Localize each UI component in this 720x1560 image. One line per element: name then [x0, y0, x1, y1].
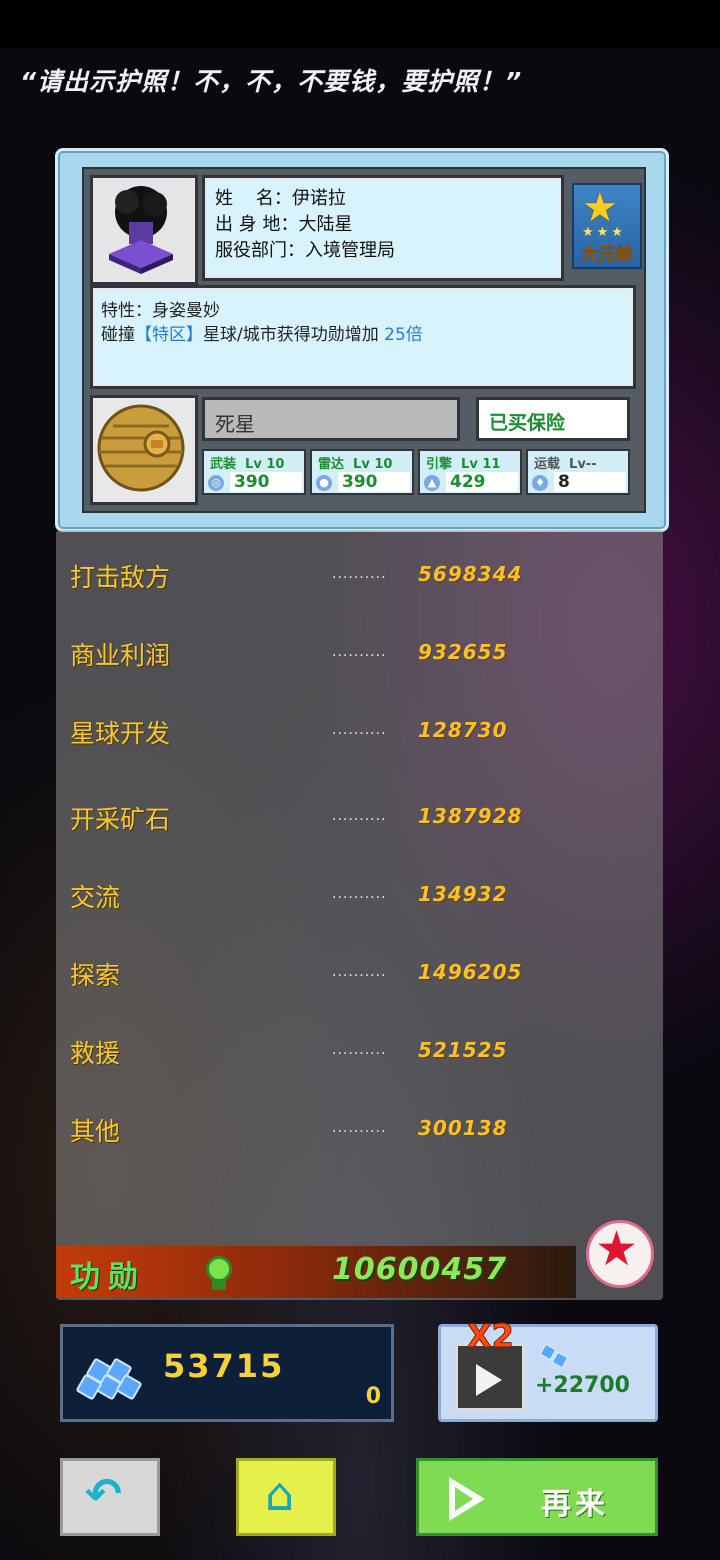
score-value: 521525: [418, 1038, 508, 1062]
cargo-icon: ♦: [532, 475, 548, 491]
medal-icon: [206, 1256, 232, 1282]
score-row: 救援 .......... 521525: [70, 1034, 660, 1074]
radar-icon: ●: [316, 475, 332, 491]
effect-value: 25倍: [384, 325, 423, 345]
department-row: 服役部门：入境管理局: [215, 240, 395, 261]
merit-total: 10600457: [332, 1252, 507, 1287]
score-row: 交流 .......... 134932: [70, 878, 660, 918]
back-button[interactable]: ↶: [60, 1458, 160, 1536]
ship-name: 死星: [202, 397, 460, 441]
trait-line: 特性：身姿曼妙: [101, 301, 220, 321]
red-star-seal-icon: ★: [586, 1220, 654, 1288]
rank-title: 大元帅: [581, 245, 633, 266]
effect-prefix: 碰撞: [101, 325, 135, 345]
death-star-icon: [93, 398, 189, 496]
score-dots: ..........: [332, 964, 387, 980]
stat-radar-value: 390: [338, 472, 410, 492]
ship-portrait: [90, 395, 198, 505]
id-card: 姓 名：伊诺拉 出 身 地：大陆星 服役部门：入境管理局 ★ ★★★ 大元帅 特…: [55, 148, 669, 532]
rank-badge: ★ ★★★ 大元帅: [572, 183, 642, 269]
stat-engine-value: 429: [446, 472, 518, 492]
watch-video-bonus-button[interactable]: X2 +22700: [438, 1317, 658, 1422]
crystal-extra: 0: [365, 1384, 381, 1409]
score-value: 1387928: [418, 804, 523, 828]
score-dots: ..........: [332, 644, 387, 660]
play-again-button[interactable]: 再来: [416, 1458, 658, 1536]
engine-icon: ▲: [424, 475, 440, 491]
crystal-panel: 53715 0: [60, 1324, 394, 1422]
id-card-inner: 姓 名：伊诺拉 出 身 地：大陆星 服役部门：入境管理局 ★ ★★★ 大元帅 特…: [82, 167, 646, 513]
character-quote: “请出示护照！不，不，不要钱，要护照！”: [20, 67, 523, 96]
medal-ribbon-icon: [212, 1280, 226, 1290]
stat-weapon-label: 武装 Lv 10: [210, 457, 285, 472]
status-bar: [0, 0, 720, 48]
character-portrait-icon: [93, 178, 189, 276]
score-name: 商业利润: [70, 641, 171, 670]
character-info: 姓 名：伊诺拉 出 身 地：大陆星 服役部门：入境管理局: [202, 175, 564, 281]
stat-radar: 雷达 Lv 10 ● 390: [310, 449, 414, 495]
stat-cargo-value: 8: [554, 472, 626, 492]
stat-engine: 引擎 Lv 11 ▲ 429: [418, 449, 522, 495]
score-row: 其他 .......... 300138: [70, 1112, 660, 1152]
score-dots: ..........: [332, 886, 387, 902]
score-row: 商业利润 .......... 932655: [70, 636, 660, 676]
score-value: 134932: [418, 882, 508, 906]
stat-engine-label: 引擎 Lv 11: [426, 457, 501, 472]
score-value: 932655: [418, 640, 508, 664]
stat-weapon: 武装 Lv 10 ◎ 390: [202, 449, 306, 495]
score-dots: ..........: [332, 722, 387, 738]
score-value: 5698344: [418, 562, 523, 586]
bonus-gain: +22700: [535, 1373, 630, 1398]
insurance-status: 已买保险: [476, 397, 630, 441]
origin-row: 出 身 地：大陆星: [215, 214, 353, 235]
crystal-amount: 53715: [163, 1347, 285, 1385]
score-name: 开采矿石: [70, 805, 171, 834]
home-button[interactable]: ⌂: [236, 1458, 336, 1536]
stat-cargo-label: 运载 Lv--: [534, 457, 597, 472]
rank-small-stars-icon: ★★★: [582, 225, 626, 240]
effect-tag: 【特区】: [135, 325, 203, 345]
score-name: 打击敌方: [70, 563, 171, 592]
effect-text: 星球/城市获得功勋增加: [203, 325, 379, 345]
character-avatar: [90, 175, 198, 285]
score-name: 其他: [70, 1117, 121, 1146]
score-value: 1496205: [418, 960, 523, 984]
score-dots: ..........: [332, 808, 387, 824]
merit-label: 功勋: [70, 1260, 146, 1295]
score-name: 探索: [70, 961, 121, 990]
traits-box: 特性：身姿曼妙 碰撞【特区】星球/城市获得功勋增加 25倍: [90, 285, 636, 389]
score-row: 探索 .......... 1496205: [70, 956, 660, 996]
score-panel: 打击敌方 .......... 5698344 商业利润 .......... …: [56, 530, 663, 1300]
score-row: 星球开发 .......... 128730: [70, 714, 660, 754]
score-name: 交流: [70, 883, 121, 912]
score-value: 300138: [418, 1116, 508, 1140]
score-row: 打击敌方 .......... 5698344: [70, 558, 660, 598]
undo-arrow-icon: ↶: [85, 1469, 122, 1520]
play-again-label: 再来: [541, 1487, 609, 1522]
score-dots: ..........: [332, 1042, 387, 1058]
score-value: 128730: [418, 718, 508, 742]
merit-bar: 功勋 10600457: [56, 1246, 576, 1298]
score-dots: ..........: [332, 1120, 387, 1136]
bonus-multiplier: X2: [467, 1317, 515, 1356]
score-dots: ..........: [332, 566, 387, 582]
score-row: 开采矿石 .......... 1387928: [70, 800, 660, 840]
name-row: 姓 名：伊诺拉: [215, 188, 346, 209]
stat-radar-label: 雷达 Lv 10: [318, 457, 393, 472]
weapon-icon: ◎: [208, 475, 224, 491]
stat-cargo: 运载 Lv-- ♦ 8: [526, 449, 630, 495]
effect-line: 碰撞【特区】星球/城市获得功勋增加 25倍: [101, 320, 423, 345]
score-name: 星球开发: [70, 719, 171, 748]
stat-weapon-value: 390: [230, 472, 302, 492]
home-icon: ⌂: [265, 1467, 295, 1521]
score-name: 救援: [70, 1039, 121, 1068]
